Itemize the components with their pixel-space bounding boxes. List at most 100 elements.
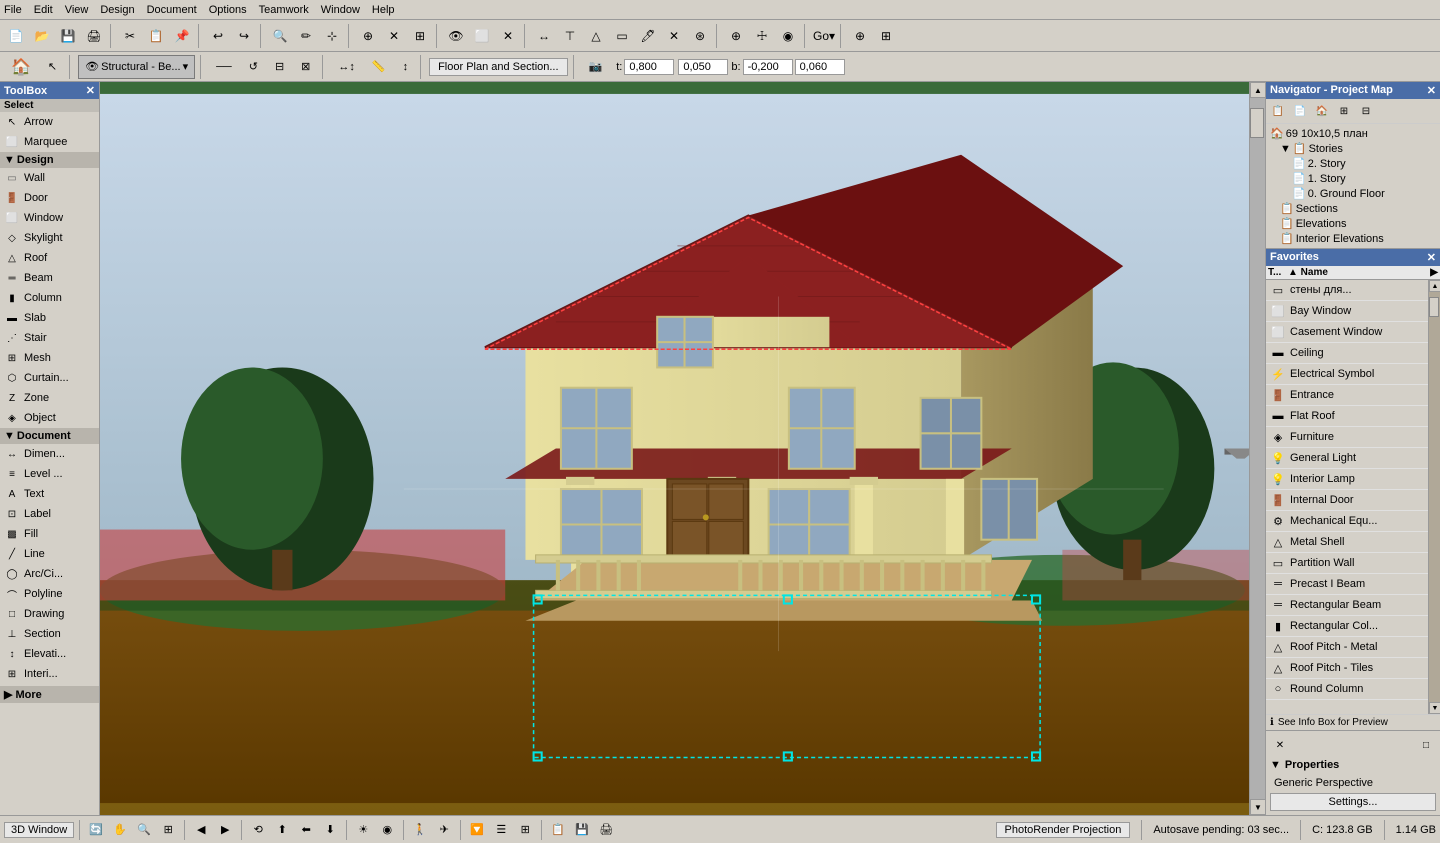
bt-layers-btn[interactable]: ☰ [490, 819, 512, 841]
roof-btn[interactable]: △ [584, 24, 608, 48]
nav-layout-btn[interactable]: ⊟ [1356, 101, 1376, 121]
fav-item-rect-beam[interactable]: ═ Rectangular Beam [1266, 595, 1428, 616]
toolbox-drawing[interactable]: □ Drawing [0, 604, 99, 624]
menu-teamwork[interactable]: Teamwork [259, 4, 309, 16]
scroll-up-btn[interactable]: ▲ [1250, 82, 1265, 98]
nav-section-btn[interactable]: 📄 [1290, 101, 1310, 121]
bt-fly-btn[interactable]: ✈ [433, 819, 455, 841]
toolbox-polyline[interactable]: ⌒ Polyline [0, 584, 99, 604]
toolbox-line[interactable]: ╱ Line [0, 544, 99, 564]
coord-input[interactable] [678, 59, 728, 75]
pen-btn[interactable]: 🖊 [636, 24, 660, 48]
cut-btn[interactable]: ✂ [118, 24, 142, 48]
toolbox-elevation[interactable]: ↕ Elevati... [0, 644, 99, 664]
bt-reset-btn[interactable]: ⟲ [247, 819, 269, 841]
fav-item-partition[interactable]: ▭ Partition Wall [1266, 553, 1428, 574]
nav-ground-floor[interactable]: 📄 0. Ground Floor [1268, 186, 1438, 201]
toolbox-wall[interactable]: ▭ Wall [0, 168, 99, 188]
fav-item-electrical[interactable]: ⚡ Electrical Symbol [1266, 364, 1428, 385]
close-view-btn[interactable]: ✕ [496, 24, 520, 48]
view-btn[interactable]: 👁 [444, 24, 468, 48]
settings-button[interactable]: Settings... [1270, 793, 1436, 811]
camera-btn[interactable]: 📷 [582, 55, 610, 79]
zoom-ruler-btn[interactable]: ↔↕ [331, 55, 362, 79]
nav-story-1[interactable]: 📄 1. Story [1268, 171, 1438, 186]
fav-item-entrance[interactable]: 🚪 Entrance [1266, 385, 1428, 406]
prop-expand-btn[interactable]: □ [1416, 735, 1436, 755]
fav-item-bay-window[interactable]: ⬜ Bay Window [1266, 301, 1428, 322]
floor-plan-btn[interactable]: Floor Plan and Section... [429, 58, 567, 76]
3d-viewport[interactable]: ▲ ▼ [100, 82, 1265, 815]
orbit-btn[interactable]: ◉ [776, 24, 800, 48]
bt-top-btn[interactable]: ⬆ [271, 819, 293, 841]
toolbox-text[interactable]: A Text [0, 484, 99, 504]
menu-design[interactable]: Design [100, 4, 134, 16]
bt-filter-btn[interactable]: 🔽 [466, 819, 488, 841]
bt-orbit-btn[interactable]: 🔄 [85, 819, 107, 841]
toolbox-slab[interactable]: ▬ Slab [0, 308, 99, 328]
fav-item-internal-door[interactable]: 🚪 Internal Door [1266, 490, 1428, 511]
bt-next-view-btn[interactable]: ▶ [214, 819, 236, 841]
fav-item-roof-metal[interactable]: △ Roof Pitch - Metal [1266, 637, 1428, 658]
fav-item-furniture[interactable]: ◈ Furniture [1266, 427, 1428, 448]
measure-btn[interactable]: 📏 [365, 55, 393, 79]
redo-btn[interactable]: ↪ [232, 24, 256, 48]
bt-front-btn[interactable]: ⬅ [295, 819, 317, 841]
bt-save-view-btn[interactable]: 💾 [571, 819, 593, 841]
3d-window-tab[interactable]: 3D Window [4, 822, 74, 838]
bt-copy-view-btn[interactable]: 📋 [547, 819, 569, 841]
menu-window[interactable]: Window [321, 4, 360, 16]
bt-move-btn[interactable]: ✋ [109, 819, 131, 841]
mirror-btn[interactable]: ⊟ [268, 55, 291, 79]
favorites-close-icon[interactable]: ✕ [1427, 251, 1436, 264]
toolbox-column[interactable]: ▮ Column [0, 288, 99, 308]
new-btn[interactable]: 📄 [4, 24, 28, 48]
canvas-vscrollbar[interactable]: ▲ ▼ [1249, 82, 1265, 815]
bt-walk-btn[interactable]: 🚶 [409, 819, 431, 841]
fav-item-round-col[interactable]: ○ Round Column [1266, 679, 1428, 700]
menu-options[interactable]: Options [209, 4, 247, 16]
flip-btn[interactable]: ⊠ [294, 55, 317, 79]
nav-stories[interactable]: ▼ 📋 Stories [1268, 141, 1438, 156]
fav-scroll-thumb[interactable] [1429, 297, 1439, 317]
wall-btn[interactable]: ▭ [610, 24, 634, 48]
pencil-btn[interactable]: ✏ [294, 24, 318, 48]
fav-item-flat-roof[interactable]: ▬ Flat Roof [1266, 406, 1428, 427]
goto-btn[interactable]: Go▾ [812, 24, 836, 48]
bt-side-btn[interactable]: ⬇ [319, 819, 341, 841]
move-btn[interactable]: ↕ [396, 55, 416, 79]
nav-detail-btn[interactable]: ⊞ [1334, 101, 1354, 121]
bt-fit-btn[interactable]: ⊞ [157, 819, 179, 841]
toolbox-arc[interactable]: ◯ Arc/Ci... [0, 564, 99, 584]
prop-close-btn[interactable]: ✕ [1270, 735, 1290, 755]
3d-btn[interactable]: ⬜ [470, 24, 494, 48]
3d-view-btn[interactable]: 🏠 [4, 55, 38, 79]
snap-btn[interactable]: ⊕ [356, 24, 380, 48]
toolbox-curtain[interactable]: ⬡ Curtain... [0, 368, 99, 388]
fav-item-steny[interactable]: ▭ стены для... [1266, 280, 1428, 301]
menu-edit[interactable]: Edit [34, 4, 53, 16]
navigator-close-icon[interactable]: ✕ [1427, 84, 1436, 97]
toolbox-label[interactable]: ⊡ Label [0, 504, 99, 524]
document-section[interactable]: ▼ Document [0, 428, 99, 444]
zoom-in-btn[interactable]: ⊕ [724, 24, 748, 48]
toolbox-mesh[interactable]: ⊞ Mesh [0, 348, 99, 368]
fav-item-interior-lamp[interactable]: 💡 Interior Lamp [1266, 469, 1428, 490]
fav-item-ceiling[interactable]: ▬ Ceiling [1266, 343, 1428, 364]
teamwork-btn[interactable]: ⊕ [848, 24, 872, 48]
nav-floorplan-btn[interactable]: 📋 [1268, 101, 1288, 121]
help2-btn[interactable]: ⊞ [874, 24, 898, 48]
print-btn[interactable]: 🖨 [82, 24, 106, 48]
fav-scroll-track[interactable] [1429, 292, 1440, 702]
toolbox-skylight[interactable]: ◇ Skylight [0, 228, 99, 248]
nav-project-root[interactable]: 🏠 69 10x10,5 план [1268, 126, 1438, 141]
fav-item-rect-col[interactable]: ▮ Rectangular Col... [1266, 616, 1428, 637]
fav-item-mechanical[interactable]: ⚙ Mechanical Equ... [1266, 511, 1428, 532]
fav-item-precast[interactable]: ═ Precast I Beam [1266, 574, 1428, 595]
toolbox-zone[interactable]: Z Zone [0, 388, 99, 408]
toolbox-object[interactable]: ◈ Object [0, 408, 99, 428]
coord2-input[interactable] [795, 59, 845, 75]
nav-interior-elevations[interactable]: 📋 Interior Elevations [1268, 231, 1438, 246]
menu-file[interactable]: File [4, 4, 22, 16]
fav-item-casement[interactable]: ⬜ Casement Window [1266, 322, 1428, 343]
